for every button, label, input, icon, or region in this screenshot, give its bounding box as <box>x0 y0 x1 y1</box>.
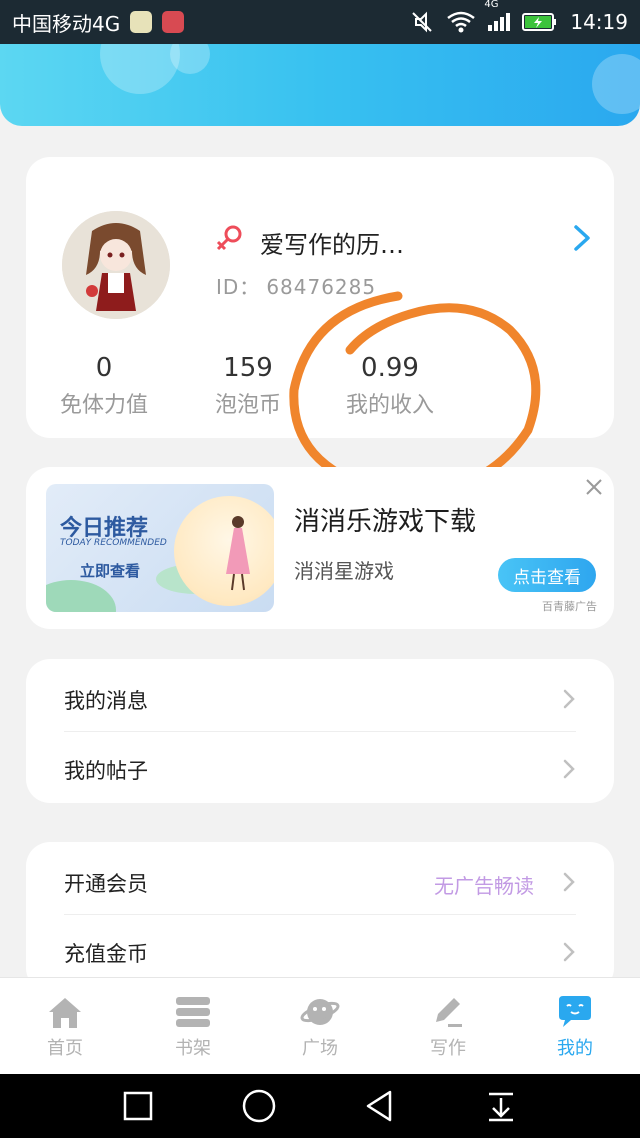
ad-subtitle: 消消星游戏 <box>294 559 394 583</box>
chevron-right-icon[interactable] <box>570 223 594 253</box>
menu-item-label: 我的消息 <box>64 689 148 713</box>
ad-source-label: 百青藤广告 <box>542 600 597 613</box>
tab-label: 首页 <box>47 1038 83 1059</box>
tab-square[interactable]: 广场 <box>280 994 360 1060</box>
menu-item-label: 充值金币 <box>64 942 148 966</box>
menu-group-messages: 我的消息 我的帖子 <box>26 659 614 803</box>
ad-banner-image[interactable]: 今日推荐 TODAY RECOMMENDED 立即查看 <box>46 484 274 612</box>
mute-icon <box>412 11 433 33</box>
username: 爱写作的历… <box>260 231 404 259</box>
stat-bubble-coins-label: 泡泡币 <box>214 393 281 418</box>
header-banner <box>0 44 640 126</box>
home-icon <box>49 998 81 1028</box>
user-id-value: 68476285 <box>266 275 377 299</box>
stat-bubble-coins[interactable]: 159 泡泡币 <box>178 353 318 419</box>
stat-income-label: 我的收入 <box>345 393 434 418</box>
system-nav-bar <box>0 1074 640 1138</box>
tab-label: 我的 <box>557 1038 593 1059</box>
chevron-right-icon <box>563 872 575 892</box>
pen-icon <box>436 998 462 1027</box>
tab-write[interactable]: 写作 <box>408 994 488 1060</box>
ad-title[interactable]: 消消乐游戏下载 <box>294 501 476 538</box>
ad-card[interactable]: 今日推荐 TODAY RECOMMENDED 立即查看 消消乐游戏下载 消消星游… <box>26 467 614 629</box>
status-bar: 中国移动4G 4G 14:19 <box>0 0 640 44</box>
divider <box>64 731 576 732</box>
ad-banner-subtitle: TODAY RECOMMENDED <box>60 538 167 548</box>
carrier-text: 中国移动4G <box>12 11 121 36</box>
avatar[interactable] <box>62 211 170 319</box>
close-icon[interactable] <box>582 475 606 499</box>
battery-charging-icon <box>522 13 557 31</box>
back-icon[interactable] <box>362 1088 398 1124</box>
stat-income-value: 0.99 <box>361 353 419 383</box>
tab-bookshelf[interactable]: 书架 <box>153 994 233 1060</box>
clock: 14:19 <box>570 10 628 34</box>
ad-view-button[interactable]: 点击查看 <box>498 558 596 592</box>
mail-notification-icon <box>162 11 185 33</box>
user-id: ID： 68476285 <box>216 271 376 300</box>
stat-bubble-coins-value: 159 <box>223 353 273 383</box>
tab-mine[interactable]: 我的 <box>535 994 615 1060</box>
chevron-right-icon <box>563 689 575 709</box>
tab-label: 写作 <box>430 1038 466 1059</box>
user-id-label: ID： <box>216 275 261 299</box>
recent-apps-icon[interactable] <box>120 1088 156 1124</box>
chat-bubble-icon <box>559 996 591 1027</box>
chevron-right-icon <box>563 759 575 779</box>
stat-stamina-value: 0 <box>95 353 113 383</box>
menu-item-label: 我的帖子 <box>64 759 148 783</box>
wifi-icon <box>447 11 476 33</box>
bottom-tab-bar: 首页 书架 广场 写作 我的 <box>0 977 640 1074</box>
notification-shade-icon[interactable] <box>483 1088 519 1124</box>
tab-home[interactable]: 首页 <box>25 994 105 1060</box>
planet-icon <box>300 999 340 1025</box>
stat-stamina[interactable]: 0 免体力值 <box>34 353 174 419</box>
bookshelf-icon <box>176 997 210 1027</box>
profile-card[interactable]: 爱写作的历… ID： 68476285 0 免体力值 159 泡泡币 0.99 我… <box>26 157 614 438</box>
tab-label: 广场 <box>302 1038 338 1059</box>
menu-item-hint: 无广告畅读 <box>434 874 534 898</box>
divider <box>64 914 576 915</box>
menu-item-label: 开通会员 <box>64 872 148 896</box>
menu-item-membership[interactable]: 开通会员 无广告畅读 <box>26 846 614 916</box>
stat-stamina-label: 免体力值 <box>59 393 148 418</box>
menu-item-recharge-coins[interactable]: 充值金币 <box>26 916 614 986</box>
menu-item-my-messages[interactable]: 我的消息 <box>26 663 614 733</box>
ad-banner-cta: 立即查看 <box>80 562 141 580</box>
home-button-icon[interactable] <box>241 1088 277 1124</box>
chevron-right-icon <box>563 942 575 962</box>
stat-income[interactable]: 0.99 我的收入 <box>320 353 460 419</box>
menu-item-my-posts[interactable]: 我的帖子 <box>26 733 614 803</box>
tab-label: 书架 <box>175 1038 211 1059</box>
app-notification-icon <box>130 11 153 33</box>
menu-group-account: 开通会员 无广告畅读 充值金币 <box>26 842 614 992</box>
female-icon <box>216 225 242 251</box>
signal-icon: 4G <box>484 0 511 31</box>
